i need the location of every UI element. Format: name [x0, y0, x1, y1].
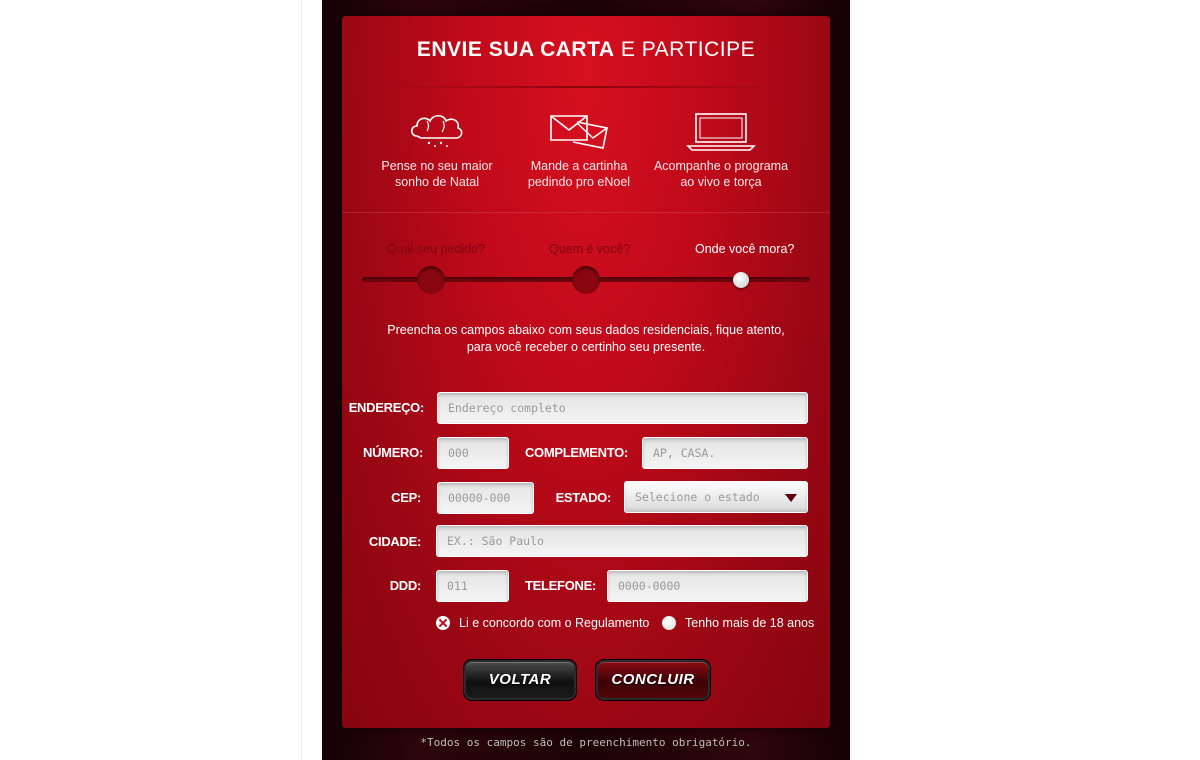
- city-label: CIDADE:: [368, 534, 421, 549]
- checked-x-icon: [436, 616, 450, 630]
- progress-stage-2-label: Quem é você?: [549, 242, 631, 256]
- how-it-works: Pense no seu maior sonho de Natal Mande …: [362, 108, 810, 198]
- back-button[interactable]: VOLTAR: [464, 660, 576, 700]
- cloud-icon: [410, 114, 463, 147]
- unchecked-circle-icon: [662, 616, 676, 630]
- progress-stage-3-label: Onde você mora?: [695, 242, 795, 256]
- step-dream: Pense no seu maior sonho de Natal: [362, 108, 512, 190]
- cep-input[interactable]: [437, 482, 534, 514]
- step-watch-line1: Acompanhe o programa: [653, 159, 789, 173]
- title-light: E PARTICIPE: [620, 38, 756, 61]
- section-divider: [342, 212, 830, 213]
- complement-label: COMPLEMENTO:: [524, 445, 628, 460]
- chevron-down-icon: [785, 494, 797, 502]
- age-checkbox[interactable]: Tenho mais de 18 anos: [662, 616, 814, 630]
- step-dream-line1: Pense no seu maior: [381, 159, 493, 173]
- terms-label: Li e concordo com o Regulamento: [459, 616, 650, 630]
- divider: [382, 86, 790, 88]
- phone-label: TELEFONE:: [525, 578, 596, 593]
- laptop-icon: [686, 113, 756, 151]
- title-bold: ENVIE SUA CARTA: [416, 38, 615, 61]
- progress-step-1-knob[interactable]: [417, 266, 445, 294]
- ddd-label: DDD:: [389, 578, 422, 593]
- ddd-input[interactable]: [436, 570, 509, 602]
- state-select[interactable]: Selecione o estado: [624, 481, 808, 513]
- envelope-icon: [550, 115, 608, 149]
- step-send-line1: Mande a cartinha: [530, 159, 628, 173]
- step-send-line2: pedindo pro eNoel: [527, 175, 631, 189]
- submit-button[interactable]: CONCLUIR: [596, 660, 710, 700]
- terms-checkbox[interactable]: Li e concordo com o Regulamento: [436, 616, 649, 630]
- complement-input[interactable]: [642, 437, 808, 469]
- address-input[interactable]: [437, 392, 808, 424]
- step-watch: Acompanhe o programa ao vivo e torça: [646, 108, 796, 190]
- form-instructions: Preencha os campos abaixo com seus dados…: [342, 322, 830, 356]
- page-title: ENVIE SUA CARTA E PARTICIPE: [342, 38, 830, 62]
- city-input[interactable]: [436, 525, 808, 557]
- number-input[interactable]: [437, 437, 509, 469]
- step-send-letter: Mande a cartinha pedindo pro eNoel: [504, 108, 654, 190]
- page-divider: [301, 0, 302, 760]
- step-dream-line2: sonho de Natal: [394, 175, 480, 189]
- instructions-line2: para você receber o certinho seu present…: [466, 340, 706, 354]
- phone-input[interactable]: [607, 570, 808, 602]
- progress-step-2-knob[interactable]: [572, 266, 600, 294]
- state-label: ESTADO:: [555, 490, 612, 505]
- form-panel: ENVIE SUA CARTA E PARTICIPE Pense no seu…: [342, 16, 830, 728]
- state-select-value: Selecione o estado: [635, 490, 760, 504]
- progress-stage-1-label: Qual seu pedido?: [387, 242, 485, 256]
- address-label: ENDEREÇO:: [348, 400, 425, 415]
- number-label: NÚMERO:: [362, 445, 423, 460]
- instructions-line1: Preencha os campos abaixo com seus dados…: [387, 323, 785, 337]
- required-fields-note: *Todos os campos são de preenchimento ob…: [420, 736, 752, 749]
- progress-step-3-knob-active[interactable]: [733, 272, 749, 288]
- age-label: Tenho mais de 18 anos: [685, 616, 815, 630]
- step-watch-line2: ao vivo e torça: [680, 175, 762, 189]
- cep-label: CEP:: [391, 490, 421, 505]
